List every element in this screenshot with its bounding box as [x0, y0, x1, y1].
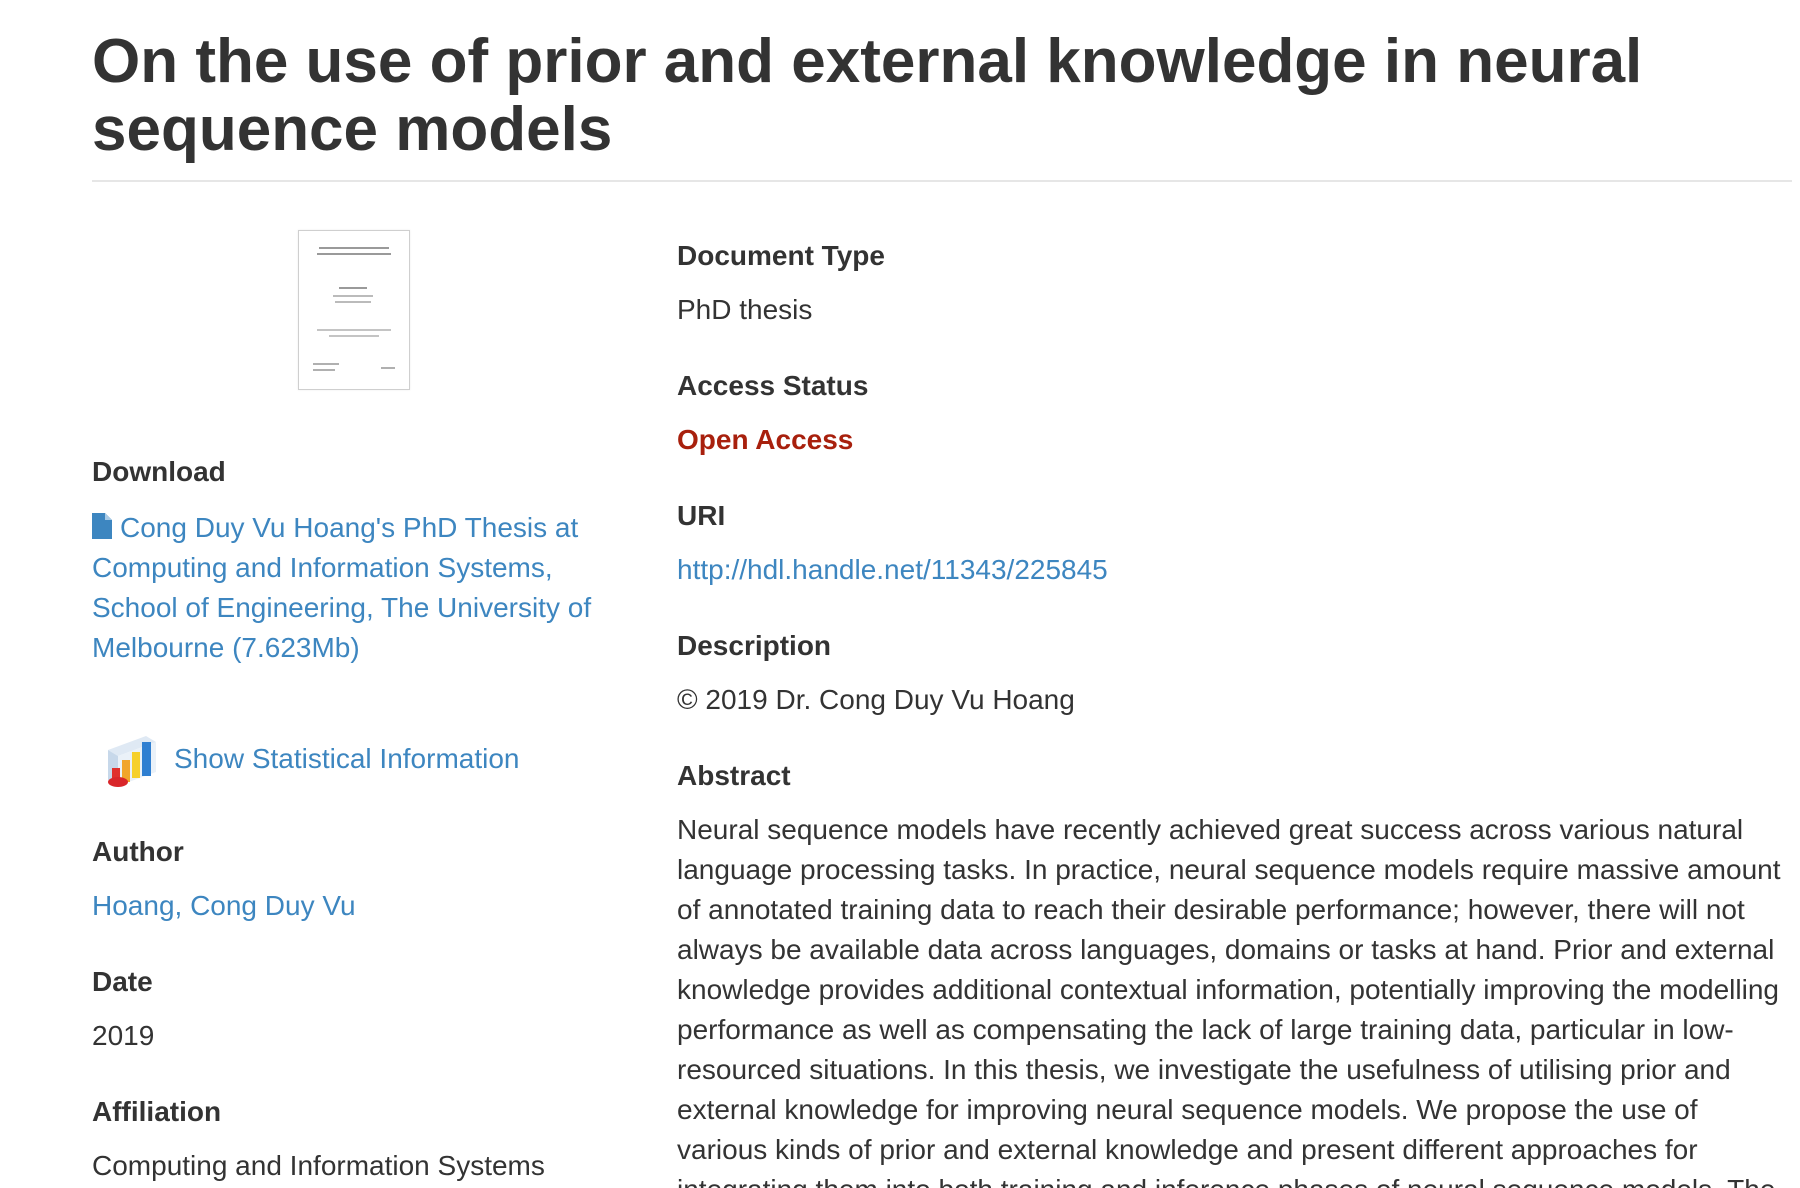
page-title: On the use of prior and external knowled…: [92, 27, 1643, 164]
description-value: © 2019 Dr. Cong Duy Vu Hoang: [677, 684, 1075, 715]
document-type-value: PhD thesis: [677, 294, 813, 325]
description-heading: Description: [677, 630, 832, 661]
document-type-heading: Document Type: [677, 240, 885, 271]
thesis-thumbnail[interactable]: [298, 230, 410, 390]
download-link-text: Cong Duy Vu Hoang's PhD Thesis at Comput…: [92, 512, 592, 663]
show-statistics-link[interactable]: Show Statistical Information: [100, 728, 520, 790]
abstract-text: Neural sequence models have recently ach…: [677, 814, 1781, 1188]
access-status-heading: Access Status: [677, 370, 869, 401]
bar-chart-icon: [108, 736, 156, 787]
download-section: Cong Duy Vu Hoang's PhD Thesis at Comput…: [92, 508, 612, 668]
download-heading: Download: [92, 456, 226, 487]
download-thesis-link[interactable]: Cong Duy Vu Hoang's PhD Thesis at Comput…: [92, 512, 591, 663]
file-icon: [92, 513, 112, 539]
date-value: 2019: [92, 1020, 155, 1051]
date-heading: Date: [92, 966, 153, 997]
title-divider: [92, 180, 1792, 182]
uri-heading: URI: [677, 500, 726, 531]
affiliation-value: Computing and Information Systems: [92, 1150, 545, 1181]
item-page: On the use of prior and external knowled…: [0, 0, 1800, 1188]
abstract-heading: Abstract: [677, 760, 791, 791]
author-link[interactable]: Hoang, Cong Duy Vu: [92, 890, 356, 922]
show-statistics-text: Show Statistical Information: [174, 743, 520, 774]
author-heading: Author: [92, 836, 184, 867]
affiliation-heading: Affiliation: [92, 1096, 222, 1127]
access-status-value: Open Access: [677, 424, 854, 455]
uri-link[interactable]: http://hdl.handle.net/11343/225845: [677, 554, 1108, 586]
